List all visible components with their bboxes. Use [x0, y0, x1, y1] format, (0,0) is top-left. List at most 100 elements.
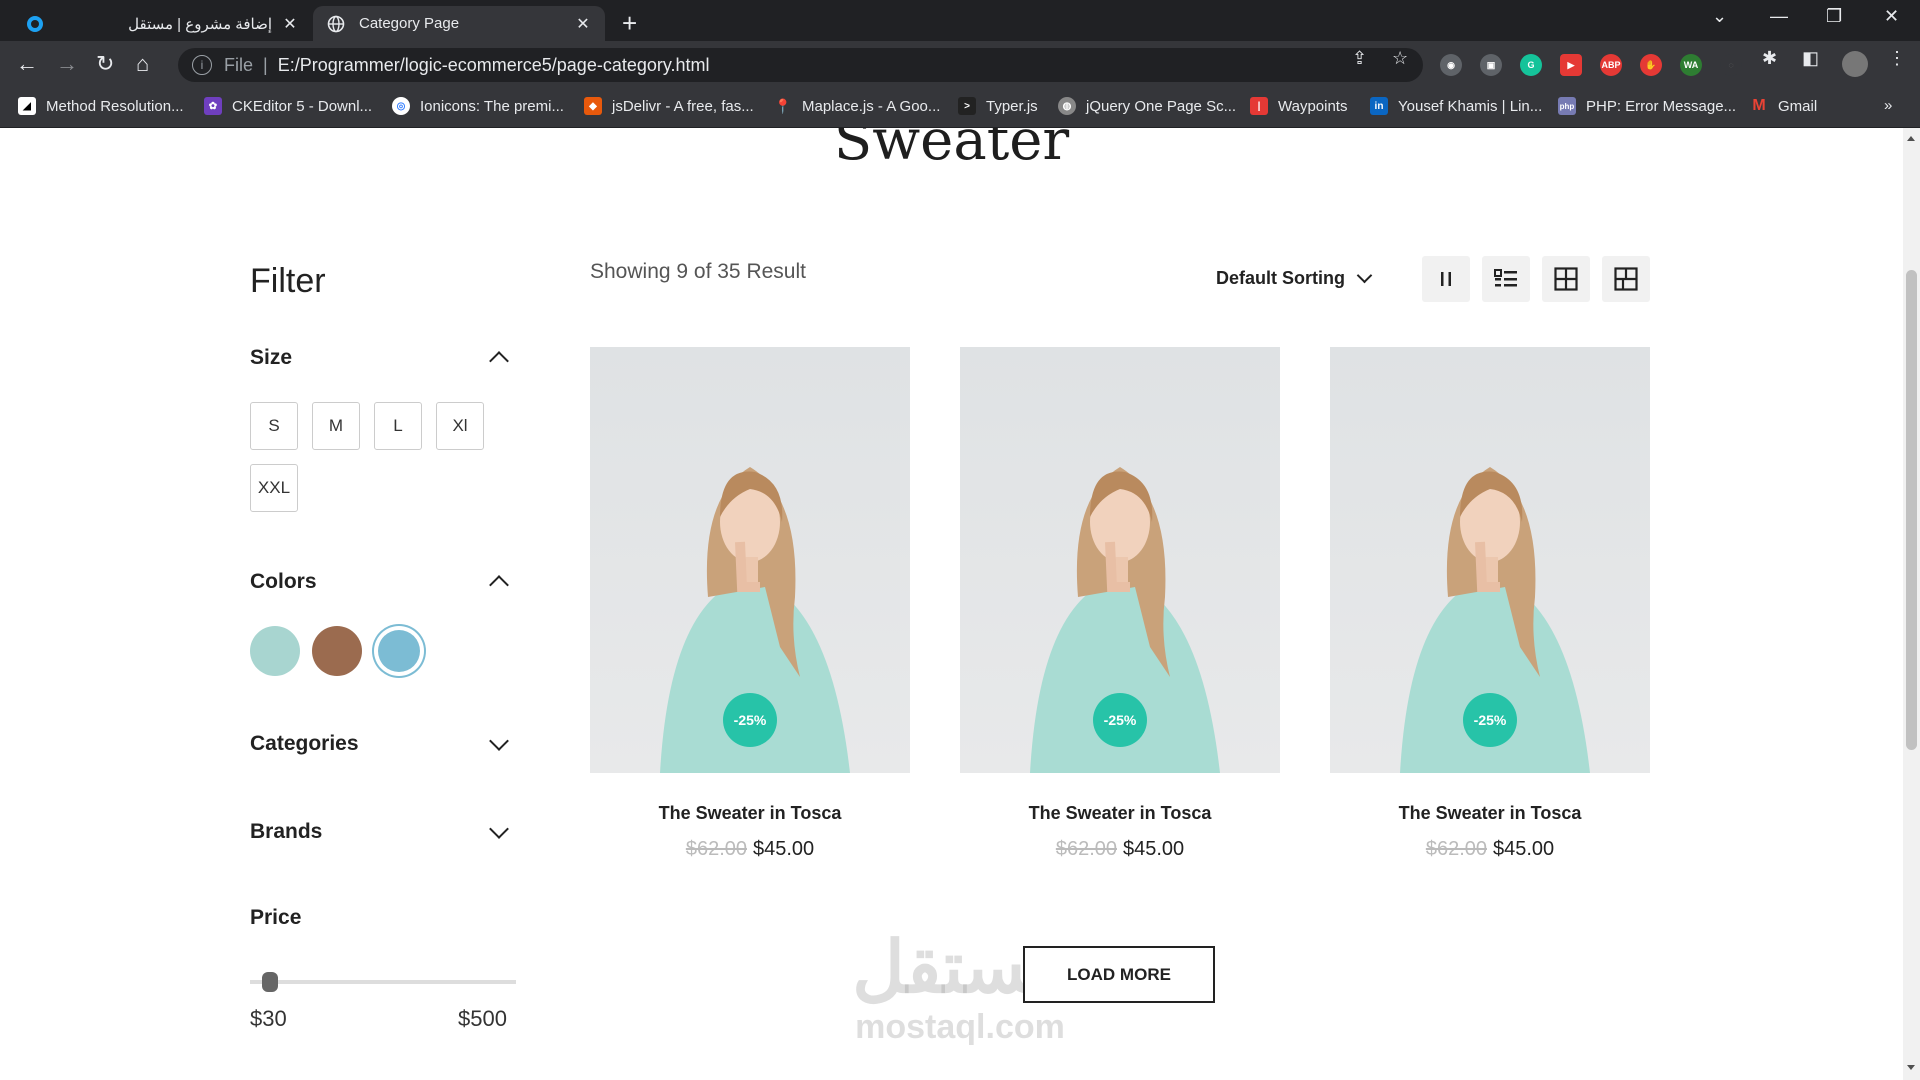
reload-icon[interactable]: ↻	[96, 51, 114, 77]
php-favicon-icon: php	[1558, 97, 1576, 115]
eye-extension-icon[interactable]: ◉	[1440, 54, 1462, 76]
colors-label: Colors	[250, 570, 317, 593]
address-bar[interactable]: i File | E:/Programmer/logic-ecommerce5/…	[178, 48, 1423, 82]
product-name[interactable]: The Sweater in Tosca	[590, 803, 910, 824]
bookmark-favicon-icon: ◢	[18, 97, 36, 115]
sorting-dropdown[interactable]: Default Sorting	[1216, 267, 1373, 289]
product-name[interactable]: The Sweater in Tosca	[960, 803, 1280, 824]
columns-2-icon	[1441, 272, 1451, 286]
close-icon[interactable]: ✕	[280, 14, 300, 34]
scroll-up-icon[interactable]	[1907, 136, 1915, 141]
product-name[interactable]: The Sweater in Tosca	[1330, 803, 1650, 824]
chevron-down-icon[interactable]	[489, 731, 509, 751]
grammarly-extension-icon[interactable]: G	[1520, 54, 1542, 76]
product-image[interactable]: -25%	[1330, 347, 1650, 773]
product-card[interactable]: -25% The Sweater in Tosca $62.00 $45.00	[960, 347, 1280, 861]
disabled-extension-icon[interactable]: ◌	[1720, 54, 1742, 76]
bookmark-label: Yousef Khamis | Lin...	[1398, 97, 1543, 115]
color-swatch-brown[interactable]	[312, 626, 362, 676]
bookmark-item[interactable]: 📍 Maplace.js - A Goo...	[774, 97, 940, 115]
page-scrollbar[interactable]	[1903, 128, 1920, 1080]
restore-icon[interactable]: ❐	[1826, 6, 1842, 27]
bookmarks-bar: ◢ Method Resolution... ✿ CKEditor 5 - Down…	[0, 89, 1920, 128]
product-prices: $62.00 $45.00	[1330, 838, 1650, 861]
tab-search-icon[interactable]: ⌄	[1712, 6, 1727, 27]
share-icon[interactable]: ⇪	[1352, 48, 1367, 69]
typer-favicon-icon: >	[958, 97, 976, 115]
filter-title: Filter	[250, 262, 326, 300]
scrollbar-thumb[interactable]	[1906, 270, 1917, 750]
price-section-header: Price	[250, 906, 506, 930]
bookmark-item[interactable]: ◢ Method Resolution...	[18, 97, 184, 115]
size-option-l[interactable]: L	[374, 402, 422, 450]
view-columns-2-button[interactable]	[1422, 256, 1470, 302]
new-tab-icon[interactable]: +	[622, 8, 637, 39]
product-image[interactable]: -25%	[590, 347, 910, 773]
color-swatch-mint[interactable]	[250, 626, 300, 676]
product-card[interactable]: -25% The Sweater in Tosca $62.00 $45.00	[1330, 347, 1650, 861]
load-more-button[interactable]: LOAD MORE	[1023, 946, 1215, 1003]
chevron-up-icon[interactable]	[489, 575, 509, 595]
size-option-xxl[interactable]: XXL	[250, 464, 298, 512]
bookmark-label: jsDelivr - A free, fas...	[612, 97, 754, 115]
old-price: $62.00	[1425, 838, 1487, 860]
size-section-header[interactable]: Size	[250, 346, 509, 371]
discount-badge: -25%	[1093, 693, 1147, 747]
bookmark-label: CKEditor 5 - Downl...	[232, 97, 373, 115]
size-option-s[interactable]: S	[250, 402, 298, 450]
grid-4-icon	[1554, 267, 1578, 291]
side-panel-icon[interactable]: ◧	[1802, 48, 1819, 69]
size-option-xl[interactable]: Xl	[436, 402, 484, 450]
bookmark-item[interactable]: ◆ jsDelivr - A free, fas...	[584, 97, 754, 115]
profile-avatar[interactable]	[1842, 51, 1868, 77]
price-slider-handle[interactable]	[262, 972, 278, 992]
menu-dots-icon[interactable]: ⋮	[1888, 48, 1906, 69]
colors-section-header[interactable]: Colors	[250, 570, 509, 595]
chevron-up-icon[interactable]	[489, 351, 509, 371]
categories-section-header[interactable]: Categories	[250, 731, 509, 756]
tab-mostaql[interactable]: إضافة مشروع | مستقل ✕	[12, 6, 312, 41]
bookmark-item[interactable]: M Gmail	[1750, 97, 1817, 115]
bookmark-item[interactable]: ✿ CKEditor 5 - Downl...	[204, 97, 372, 115]
bookmark-item[interactable]: in Yousef Khamis | Lin...	[1370, 97, 1542, 115]
tab-title: Category Page	[359, 15, 460, 32]
close-icon[interactable]: ✕	[573, 14, 593, 34]
bookmark-star-icon[interactable]: ☆	[1392, 48, 1408, 69]
minimize-icon[interactable]: —	[1770, 6, 1788, 27]
brands-section-header[interactable]: Brands	[250, 819, 509, 844]
scroll-down-icon[interactable]	[1907, 1065, 1915, 1070]
more-bookmarks-icon[interactable]: »	[1884, 97, 1892, 114]
bookmark-item[interactable]: ◍ jQuery One Page Sc...	[1058, 97, 1236, 115]
view-grid-large-button[interactable]	[1602, 256, 1650, 302]
old-price: $62.00	[1055, 838, 1117, 860]
camera-extension-icon[interactable]: ▣	[1480, 54, 1502, 76]
price-slider-track[interactable]	[250, 980, 516, 984]
bookmark-item[interactable]: ◎ Ionicons: The premi...	[392, 97, 564, 115]
discount-badge: -25%	[1463, 693, 1517, 747]
bookmark-item[interactable]: php PHP: Error Message...	[1558, 97, 1736, 115]
view-list-button[interactable]	[1482, 256, 1530, 302]
forward-icon[interactable]: →	[56, 51, 78, 77]
bookmark-label: PHP: Error Message...	[1586, 97, 1737, 115]
extensions-puzzle-icon[interactable]: ✱	[1762, 48, 1777, 69]
color-swatch-blue-selected[interactable]	[374, 626, 424, 676]
product-image[interactable]: -25%	[960, 347, 1280, 773]
hand-extension-icon[interactable]: ✋	[1640, 54, 1662, 76]
whatsapp-extension-icon[interactable]: WA	[1680, 54, 1702, 76]
home-icon[interactable]: ⌂	[136, 51, 149, 77]
chevron-down-icon[interactable]	[489, 819, 509, 839]
view-grid-4-button[interactable]	[1542, 256, 1590, 302]
adblock-extension-icon[interactable]: ABP	[1600, 54, 1622, 76]
bookmark-item[interactable]: | Waypoints	[1250, 97, 1347, 115]
brands-label: Brands	[250, 820, 323, 843]
mostaql-favicon-icon	[26, 15, 44, 33]
window-close-icon[interactable]: ✕	[1884, 6, 1899, 27]
size-option-m[interactable]: M	[312, 402, 360, 450]
info-icon[interactable]: i	[192, 55, 212, 75]
watermark-latin: mostaql.com	[855, 1008, 1065, 1046]
tab-category-page[interactable]: Category Page ✕	[313, 6, 605, 41]
product-card[interactable]: -25% The Sweater in Tosca $62.00 $45.00	[590, 347, 910, 861]
bookmark-item[interactable]: > Typer.js	[958, 97, 1038, 115]
video-extension-icon[interactable]: ▶	[1560, 54, 1582, 76]
back-icon[interactable]: ←	[16, 51, 38, 77]
